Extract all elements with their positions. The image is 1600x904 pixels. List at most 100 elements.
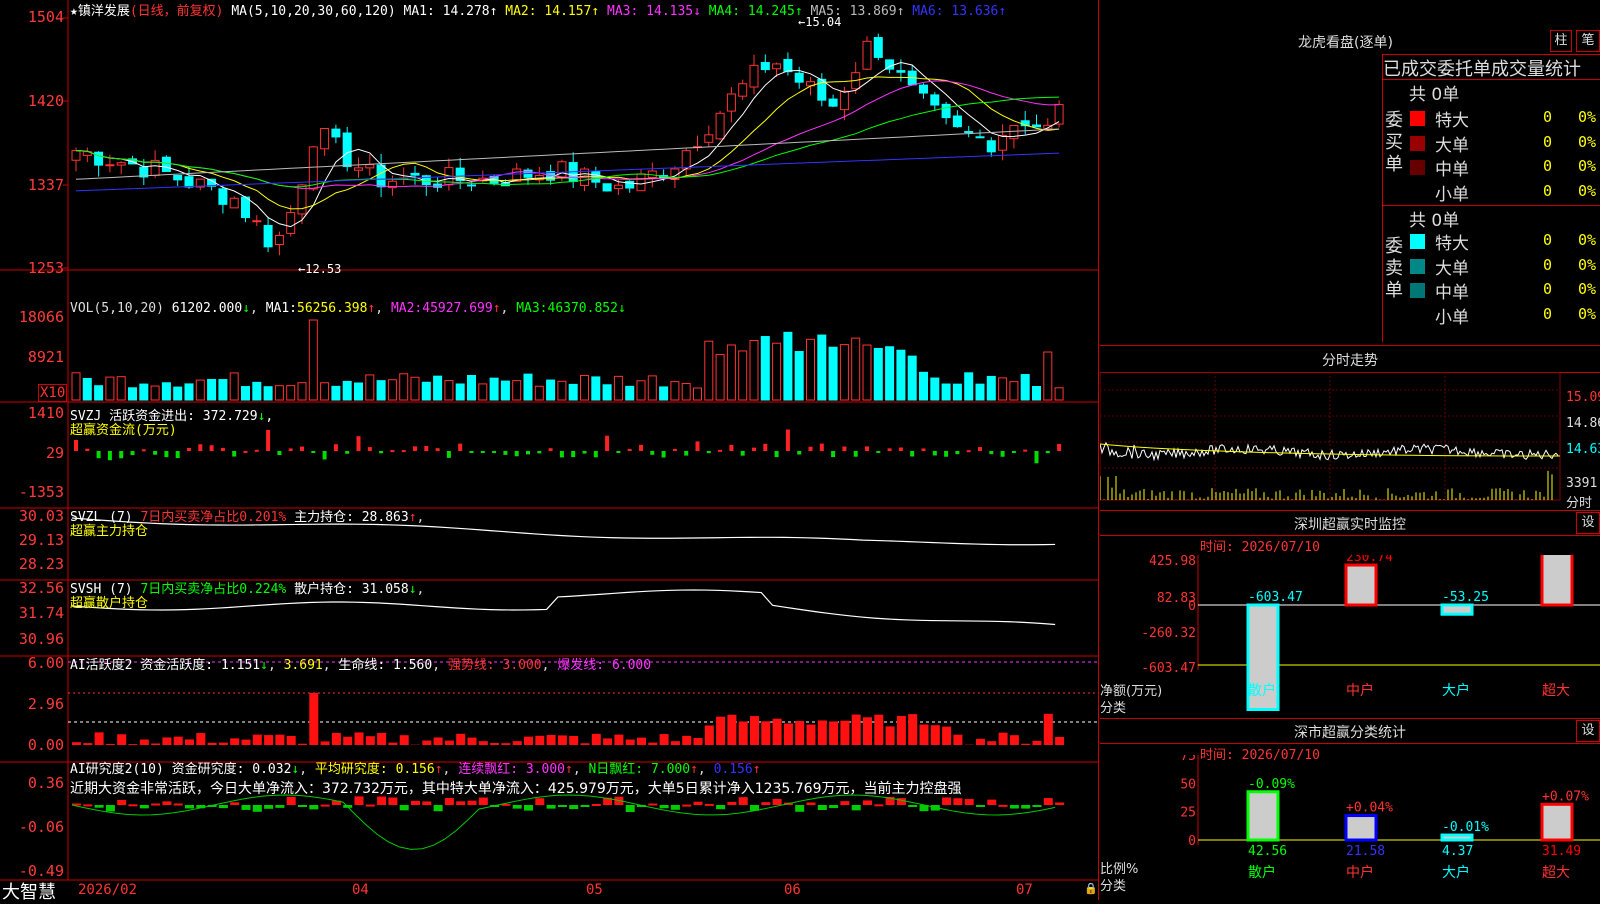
candle-body bbox=[411, 173, 419, 175]
activity-bar bbox=[795, 721, 804, 745]
research-bar bbox=[524, 805, 533, 811]
flow-bar bbox=[967, 450, 971, 452]
candle-body bbox=[931, 95, 939, 105]
flow-bar bbox=[752, 448, 756, 451]
svsh-hold-label: 散户持仓: bbox=[294, 582, 354, 597]
ai1-arrow: ↓ bbox=[260, 658, 268, 673]
candle-body bbox=[1055, 105, 1063, 124]
lhb-row-label: 大单 bbox=[1435, 254, 1469, 279]
volume-bar bbox=[716, 354, 724, 400]
svsh-arrow: ↓ bbox=[409, 582, 417, 597]
category-chart[interactable]: 7550250-0.09%42.56散户+0.04%21.58中户-0.01%4… bbox=[1100, 755, 1600, 900]
flow-bar bbox=[1057, 444, 1061, 451]
svsh-axis-label: 32.56 bbox=[2, 579, 64, 597]
vol-unit-badge[interactable]: X10 bbox=[38, 384, 67, 402]
svzj-arrow: ↓ bbox=[258, 409, 266, 424]
category-axis-label: 75 bbox=[1180, 755, 1196, 764]
volume-bar bbox=[829, 347, 837, 400]
volume-bar bbox=[95, 386, 103, 400]
flow-bar bbox=[357, 436, 361, 451]
monitor-chart[interactable]: 425.9882.830-260.32-603.47-603.47散户230.7… bbox=[1100, 555, 1600, 715]
lhb-row-label: 中单 bbox=[1435, 155, 1469, 180]
volume-bar bbox=[253, 382, 261, 400]
flow-bar bbox=[933, 451, 937, 455]
activity-bar bbox=[479, 741, 488, 745]
flow-bar bbox=[854, 451, 858, 457]
research-bar bbox=[818, 805, 827, 810]
flow-bar bbox=[368, 447, 372, 451]
candle-body bbox=[761, 63, 769, 70]
activity-bar bbox=[151, 744, 160, 745]
research-bar bbox=[535, 798, 544, 805]
volume-bar bbox=[784, 332, 792, 400]
lhb-row-count: 0 bbox=[1543, 280, 1552, 298]
flow-bar bbox=[842, 447, 846, 451]
candle-body bbox=[377, 165, 385, 187]
activity-bar bbox=[377, 733, 386, 745]
lhb-bar-tab[interactable]: 柱 bbox=[1550, 30, 1572, 52]
candle-body bbox=[264, 225, 272, 246]
activity-bar bbox=[976, 739, 985, 745]
volume-bar bbox=[886, 347, 894, 400]
ma-value: MA6: 13.636↑ bbox=[904, 4, 1006, 19]
flow-bar bbox=[865, 446, 869, 451]
volume-bar bbox=[547, 380, 555, 400]
lhb-row-pct: 0% bbox=[1578, 182, 1596, 200]
flow-bar bbox=[763, 444, 767, 451]
candle-body bbox=[784, 59, 792, 71]
lhb-row-count: 0 bbox=[1543, 133, 1552, 151]
research-bar bbox=[569, 805, 578, 809]
volume-bar bbox=[1033, 386, 1041, 400]
category-settings-button[interactable]: 设 bbox=[1576, 720, 1600, 742]
research-bar bbox=[298, 805, 307, 807]
volume-bar bbox=[863, 345, 871, 400]
svzl-subtitle: 超赢主力持仓 bbox=[70, 520, 148, 539]
category-bar-delta: -0.01% bbox=[1442, 820, 1489, 835]
flow-bar bbox=[978, 447, 982, 451]
research-bar bbox=[106, 805, 115, 811]
activity-bar bbox=[298, 744, 307, 745]
lhb-color-swatch bbox=[1410, 185, 1425, 200]
activity-bar bbox=[332, 733, 341, 745]
candle-body bbox=[275, 235, 283, 244]
activity-bar bbox=[671, 741, 680, 745]
research-bar bbox=[366, 805, 375, 807]
candle-body bbox=[242, 197, 250, 217]
activity-bar bbox=[343, 737, 352, 745]
monitor-settings-button[interactable]: 设 bbox=[1576, 512, 1600, 534]
activity-bar bbox=[953, 735, 962, 745]
intraday-axis-label: 15.09 bbox=[1566, 390, 1600, 405]
lock-icon[interactable]: 🔒 bbox=[1084, 882, 1098, 895]
flow-bar bbox=[255, 450, 259, 452]
volume-bar bbox=[83, 378, 91, 400]
ai1-axis-label: 0.00 bbox=[2, 736, 64, 754]
candle-body bbox=[705, 135, 713, 142]
category-bar bbox=[1542, 804, 1572, 840]
activity-bar bbox=[535, 736, 544, 745]
flow-bar bbox=[944, 451, 948, 457]
activity-bar bbox=[208, 743, 217, 745]
volume-bar bbox=[388, 380, 396, 400]
lhb-color-swatch bbox=[1410, 259, 1425, 274]
intraday-chart[interactable] bbox=[1100, 372, 1600, 510]
lhb-row-label: 特大 bbox=[1435, 106, 1469, 131]
lhb-row-count: 0 bbox=[1543, 182, 1552, 200]
research-bar bbox=[140, 805, 149, 808]
volume-bar bbox=[614, 376, 622, 400]
lhb-tab-row[interactable]: 已成交委托单成交量统计 bbox=[1382, 54, 1600, 80]
category-bar-delta: +0.07% bbox=[1542, 789, 1589, 804]
activity-bar bbox=[852, 715, 861, 745]
flow-bar bbox=[1035, 451, 1039, 463]
research-bar bbox=[795, 805, 804, 812]
category-axis-label: 50 bbox=[1180, 777, 1196, 792]
activity-bar bbox=[309, 693, 318, 745]
lhb-tick-tab[interactable]: 笔 bbox=[1576, 30, 1600, 52]
svsh-ratio: 7日内买卖净占比0.224% bbox=[140, 582, 286, 597]
lhb-color-swatch bbox=[1410, 160, 1425, 175]
star-icon[interactable]: ★ bbox=[70, 4, 78, 19]
research-bar bbox=[953, 798, 962, 805]
ai2-nday-label: N日飘红: bbox=[588, 762, 643, 777]
ma-value: MA1: 14.278↑ bbox=[404, 4, 498, 19]
lhb-row-label: 小单 bbox=[1435, 303, 1469, 328]
ai2-nday: 7.000 bbox=[651, 762, 690, 777]
